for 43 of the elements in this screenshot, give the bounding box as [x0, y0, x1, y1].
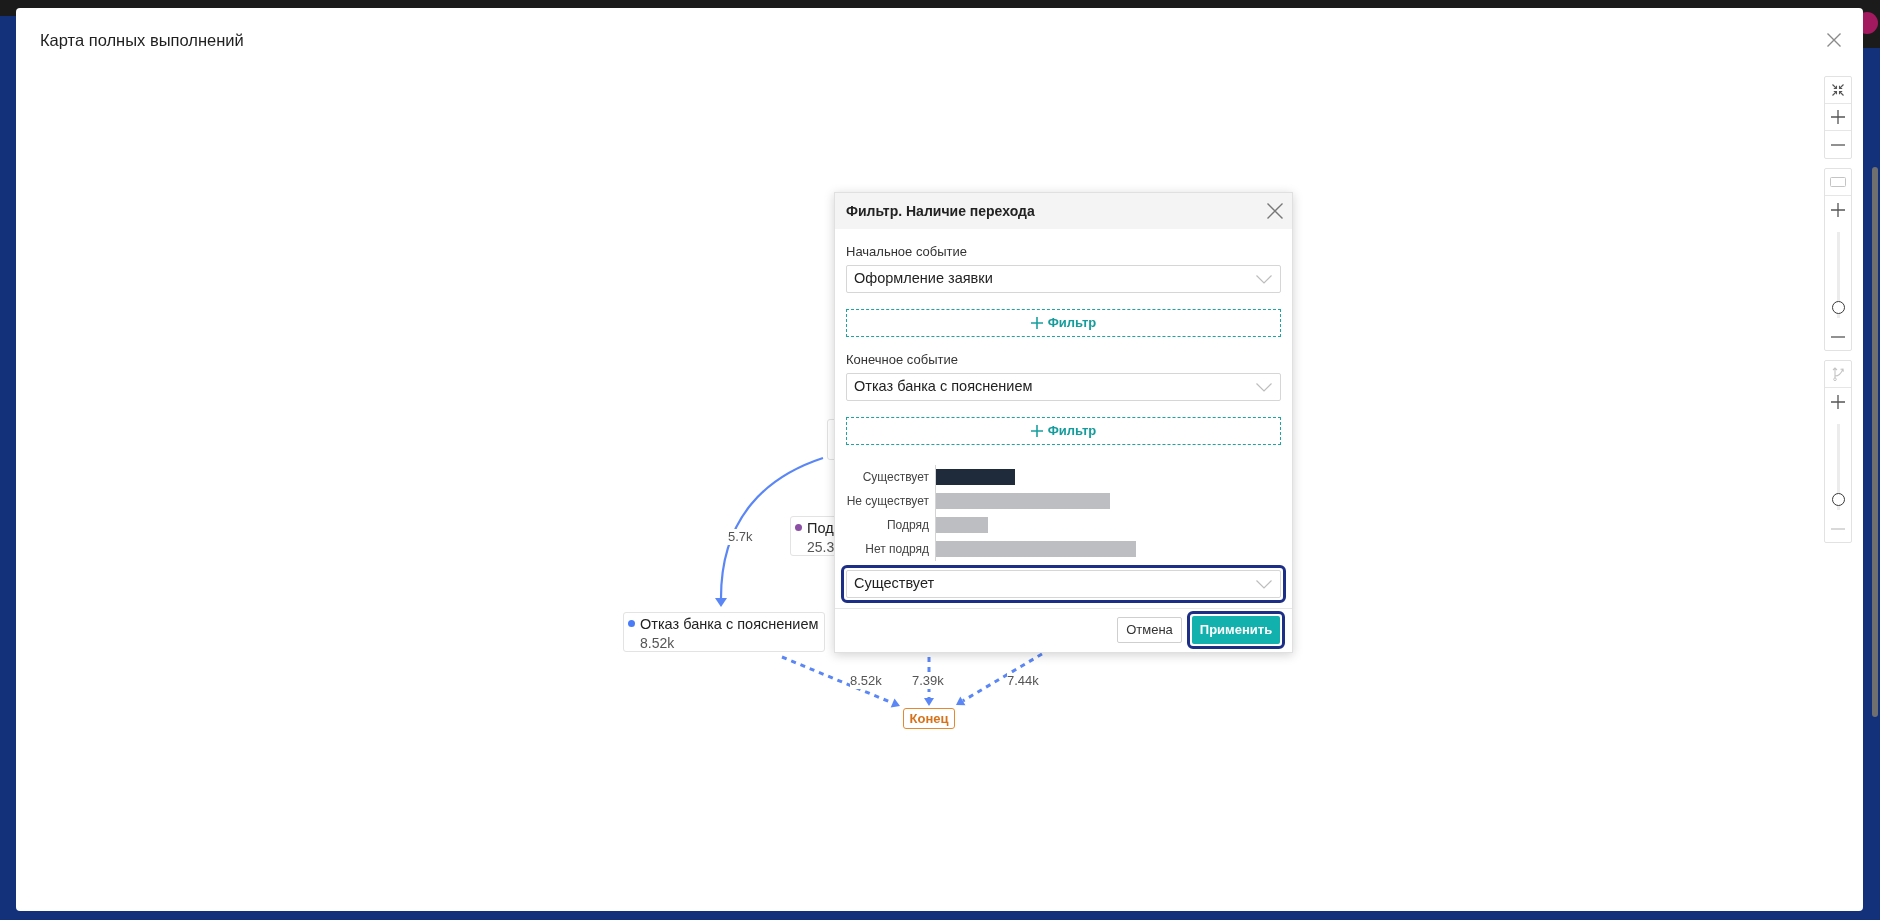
scrollbar-thumb[interactable]: [1872, 167, 1878, 717]
plus-icon: [1030, 425, 1043, 437]
chevron-down-icon: [1256, 274, 1272, 284]
transition-select[interactable]: Существует: [846, 570, 1281, 598]
window-title: Карта полных выполнений: [40, 30, 244, 50]
node-label: Отказ банка с пояснением: [640, 615, 820, 634]
plus-icon: [1030, 317, 1043, 329]
close-icon: [1267, 203, 1283, 219]
chevron-down-icon: [1256, 382, 1272, 392]
plus-icon: [1831, 394, 1845, 409]
start-event-select[interactable]: Оформление заявки: [846, 265, 1281, 293]
minus-icon: [1831, 335, 1845, 338]
node-label: Под: [807, 519, 835, 538]
edge-label: 5.7k: [728, 529, 753, 545]
slider-thumb[interactable]: [1831, 493, 1845, 507]
node-card[interactable]: Отказ банка с пояснением 8.52k: [623, 612, 825, 652]
chart-label: Не существует: [845, 493, 929, 510]
collapse-icon: [1832, 84, 1844, 96]
field-label: Конечное событие: [846, 352, 959, 368]
chart-label: Нет подряд: [864, 541, 929, 558]
chevron-down-icon: [1256, 579, 1272, 589]
zoom-slider[interactable]: [1831, 232, 1845, 318]
dialog-title: Фильтр. Наличие перехода: [846, 201, 1035, 221]
minus-icon: [1831, 527, 1845, 530]
edge-label: 7.39k: [912, 673, 944, 689]
rectangle-icon: [1830, 177, 1846, 187]
edge-label: 8.52k: [850, 673, 882, 689]
close-icon: [1827, 33, 1841, 47]
field-label: Начальное событие: [846, 244, 969, 260]
chart-label: Существует: [861, 469, 929, 486]
end-event-select[interactable]: Отказ банка с пояснением: [846, 373, 1281, 401]
branch-icon: [1832, 367, 1844, 381]
chart-label: Подряд: [885, 517, 929, 534]
node-value: 8.52k: [640, 634, 676, 652]
close-button[interactable]: [1827, 33, 1841, 47]
slider-thumb[interactable]: [1831, 301, 1845, 315]
plus-icon: [1831, 110, 1845, 124]
minus-icon: [1831, 143, 1845, 146]
zoom-slider[interactable]: [1831, 424, 1845, 510]
node-value: 25.3: [807, 538, 836, 556]
cancel-button[interactable]: Отмена: [1117, 617, 1182, 643]
close-button[interactable]: [1267, 203, 1283, 219]
plus-icon: [1831, 202, 1845, 217]
